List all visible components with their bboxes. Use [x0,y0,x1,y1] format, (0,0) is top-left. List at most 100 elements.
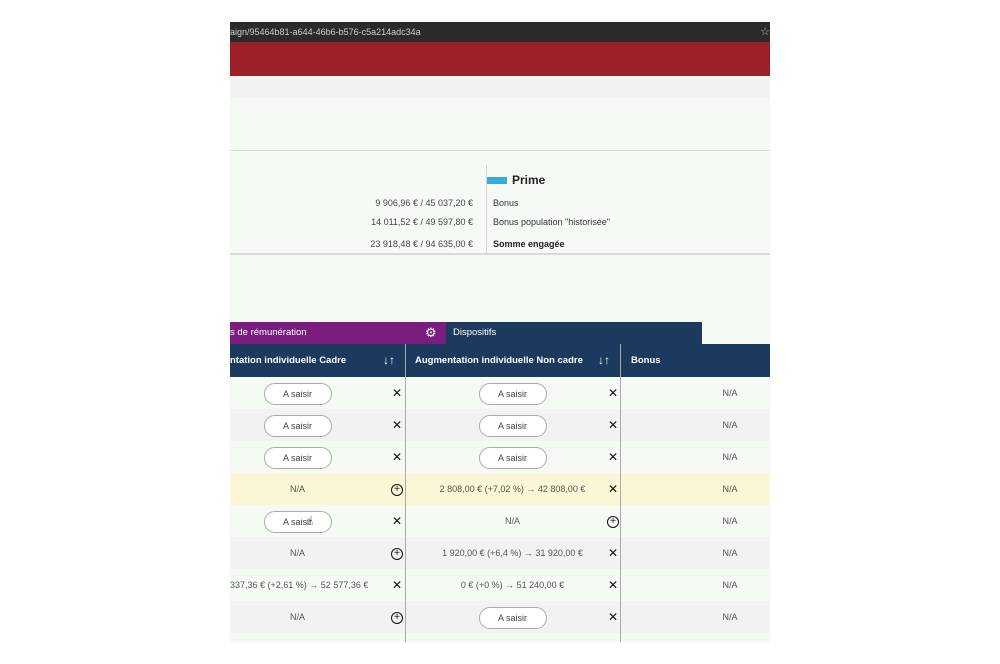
bonus-cell: N/A [690,441,770,473]
add-circle-icon[interactable]: + [390,473,404,505]
close-icon[interactable]: ✕ [390,441,404,473]
tab-bar: s de rémunération ⚙ Dispositifs [230,322,770,344]
label-bonus: Bonus [493,198,519,208]
header-non-cadre[interactable]: Augmentation individuelle Non cadre ↓↑ [415,344,620,377]
close-icon[interactable]: ✕ [606,601,620,633]
cadre-value: N/A [289,484,305,494]
url-text[interactable]: aign/95464b81-a644-46b6-b576-c5a214adc34… [230,22,421,42]
bonus-cell: N/A [690,601,770,633]
table-row: N/A +1 920,00 € (+6,4 %) → 31 920,00 € ✕ N/… [230,537,770,569]
star-icon[interactable]: ☆ [760,22,770,42]
close-icon[interactable]: ✕ [390,409,404,441]
bonus-value: N/A [722,452,738,462]
close-icon[interactable]: ✕ [606,377,620,409]
a-saisir-button[interactable]: A saisir [478,446,547,469]
cadre-value: N/A [289,612,305,622]
cadre-cell: N/A [230,473,365,505]
non_cadre-cell: A saisir [415,601,610,633]
table-row: A saisir ✕ A saisir ✕ N/A [230,409,770,441]
gear-icon[interactable]: ⚙ [425,322,437,344]
cadre-cell: N/A [230,537,365,569]
tab-dispositifs[interactable]: Dispositifs [446,322,702,344]
label-bonus-historised: Bonus population "historisée" [493,217,610,227]
bonus-value: N/A [722,484,738,494]
tab-remuneration[interactable]: s de rémunération ⚙ [230,322,446,344]
column-separator [620,344,621,642]
table-body: A saisir ✕ A saisir ✕ N/A A saisir ✕ A saisir ✕ N… [230,377,770,642]
close-icon[interactable]: ✕ [390,505,404,537]
non_cadre-cell: A saisir [415,377,610,409]
cadre-cell: A saisir [230,441,365,473]
add-circle-icon[interactable]: + [606,505,620,537]
sort-icon[interactable]: ↓↑ [598,344,610,377]
cadre-cell: A saisir [230,505,365,537]
bonus-cell: N/A [690,409,770,441]
header-cadre[interactable]: ntation individuelle Cadre ↓↑ [230,344,405,377]
close-icon[interactable]: ✕ [606,569,620,601]
header-bonus-label: Bonus [631,355,661,366]
table-row: N/A +2 808,00 € (+7,02 %) → 42 808,00 € ✕ N… [230,473,770,505]
app-header-bar [230,42,770,76]
amount-bonus-historised: 14 011,52 € / 49 597,80 € [371,217,473,227]
table-row: A saisir ✕ A saisir ✕ N/A [230,441,770,473]
non_cadre-value: N/A [504,516,520,526]
cadre-cell: N/A [230,601,365,633]
header-non-cadre-label: Augmentation individuelle Non cadre [415,355,583,366]
bonus-value: N/A [722,388,738,398]
prime-legend-swatch [487,177,507,184]
bonus-value: N/A [722,548,738,558]
a-saisir-button[interactable]: A saisir [263,446,332,469]
a-saisir-button[interactable]: A saisir [478,606,547,629]
non_cadre-cell: 0 € (+0 %) → 51 240,00 € [415,569,610,601]
header-bonus[interactable]: Bonus [631,344,751,377]
cadre-cell: A saisir [230,377,365,409]
non_cadre-cell: A saisir [415,441,610,473]
app-viewport: aign/95464b81-a644-46b6-b576-c5a214adc34… [230,22,770,642]
budget-summary: 9 906,96 € / 45 037,20 € 14 011,52 € / 4… [230,165,770,255]
close-icon[interactable]: ✕ [606,473,620,505]
table-row: A saisir ✕ A saisir ✕ N/A [230,377,770,409]
hand-cursor-icon: ☝ [306,514,314,528]
bonus-cell: N/A [690,569,770,601]
a-saisir-button[interactable]: A saisir [478,382,547,405]
non_cadre-value: 1 920,00 € (+6,4 %) → 31 920,00 € [442,548,583,558]
bonus-cell: N/A [690,537,770,569]
close-icon[interactable]: ✕ [390,569,404,601]
non_cadre-cell: N/A [415,505,610,537]
table-row: N/A + A saisir ✕ N/A [230,601,770,633]
a-saisir-button[interactable]: A saisir [263,414,332,437]
cadre-value: 337,36 € (+2,61 %) → 52 577,36 € [230,580,369,590]
header-cadre-label: ntation individuelle Cadre [230,355,347,366]
non_cadre-cell: A saisir [415,409,610,441]
amount-bonus: 9 906,96 € / 45 037,20 € [375,198,473,208]
label-total: Somme engagée [493,239,565,249]
bonus-value: N/A [722,420,738,430]
close-icon[interactable]: ✕ [606,441,620,473]
bonus-value: N/A [722,580,738,590]
tab-remuneration-label: s de rémunération [230,327,307,338]
add-circle-icon[interactable]: + [390,601,404,633]
cadre-cell: 337,36 € (+2,61 %) → 52 577,36 € [230,569,369,601]
non_cadre-value: 2 808,00 € (+7,02 %) → 42 808,00 € [439,484,586,494]
a-saisir-button[interactable]: A saisir [263,510,332,533]
non_cadre-value: 0 € (+0 %) → 51 240,00 € [460,580,565,590]
column-separator [405,344,406,642]
add-circle-icon[interactable]: + [390,537,404,569]
close-icon[interactable]: ✕ [390,377,404,409]
a-saisir-button[interactable]: A saisir [263,382,332,405]
tab-dispositifs-label: Dispositifs [453,327,497,338]
non_cadre-cell: 1 920,00 € (+6,4 %) → 31 920,00 € [415,537,610,569]
close-icon[interactable]: ✕ [606,409,620,441]
amount-total: 23 918,48 € / 94 635,00 € [370,239,473,249]
table-header: ntation individuelle Cadre ↓↑ Augmentati… [230,344,770,377]
close-icon[interactable]: ✕ [606,537,620,569]
a-saisir-button[interactable]: A saisir [478,414,547,437]
bonus-value: N/A [722,516,738,526]
summary-bottom-border [230,253,770,255]
table-row: 337,36 € (+2,61 %) → 52 577,36 € ✕ 0 € (+0… [230,569,770,601]
sort-icon[interactable]: ↓↑ [383,344,395,377]
bonus-cell: N/A [690,473,770,505]
toolbar-band [230,78,770,98]
bonus-cell: N/A [690,377,770,409]
browser-address-bar[interactable]: aign/95464b81-a644-46b6-b576-c5a214adc34… [230,22,770,42]
